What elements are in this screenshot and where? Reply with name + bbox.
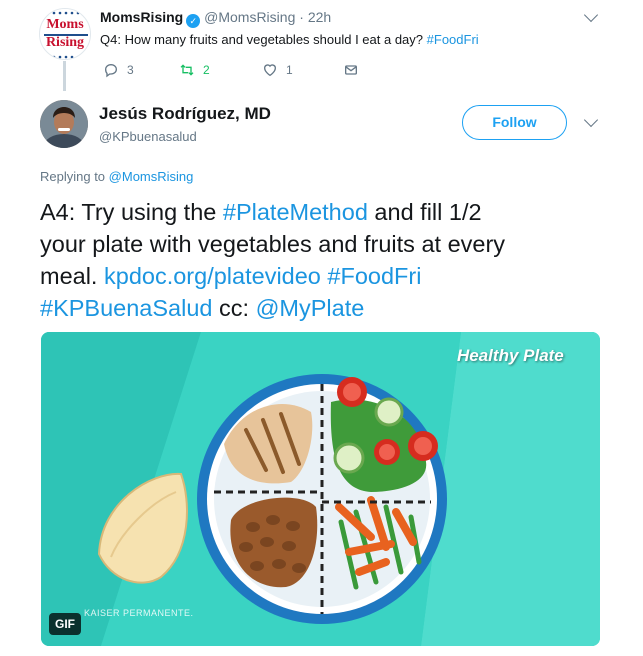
like-icon [263, 64, 277, 77]
share-icon [345, 65, 357, 75]
hashtag-platemethod-link[interactable]: #PlateMethod [223, 199, 368, 225]
retweet-button[interactable]: 2 [179, 62, 210, 78]
healthy-plate-illustration [41, 332, 600, 646]
follow-button[interactable]: Follow [462, 105, 567, 140]
reply-count: 3 [127, 63, 134, 77]
parent-text-body: Q4: How many fruits and vegetables shoul… [100, 32, 424, 47]
logo-text-rising: Rising [45, 35, 85, 50]
reply-icon [104, 63, 118, 78]
tweet-line-3: meal. kpdoc.org/platevideo #FoodFri [40, 260, 620, 292]
parent-tweet-actions: 3 2 1 [100, 62, 400, 80]
replying-to-line: Replying to @MomsRising [40, 169, 193, 184]
parent-display-name[interactable]: MomsRising [100, 9, 183, 25]
gif-badge: GIF [49, 613, 81, 635]
parent-handle[interactable]: @MomsRising [204, 9, 295, 25]
media-title-text: Healthy Plate [457, 346, 564, 365]
header-separator: · [299, 9, 304, 25]
author-handle[interactable]: @KPbuenasalud [99, 129, 197, 144]
caret-down-icon[interactable] [583, 7, 599, 23]
text-segment: cc: [212, 295, 256, 321]
jesus-rodriguez-avatar[interactable] [40, 100, 88, 148]
reply-button[interactable]: 3 [103, 62, 134, 78]
logo-text-moms: Moms [46, 17, 84, 32]
tweet-line-2: your plate with vegetables and fruits at… [40, 231, 506, 257]
tweet-line-4: #KPBuenaSalud cc: @MyPlate [40, 292, 620, 324]
tweet-line-1: A4: Try using the #PlateMethod and fill … [40, 196, 620, 228]
text-segment: meal. [40, 263, 104, 289]
author-display-name[interactable]: Jesús Rodríguez, MD [99, 104, 271, 124]
hashtag-kpbuenasalud-link[interactable]: #KPBuenaSalud [40, 295, 212, 321]
parent-tweet[interactable]: Moms Rising MomsRising ✓ @MomsRising · 22… [0, 0, 643, 92]
retweet-count: 2 [203, 63, 210, 77]
tweet-text: A4: Try using the #PlateMethod and fill … [40, 196, 620, 324]
like-count: 1 [286, 63, 293, 77]
text-segment: A4: Try using the [40, 199, 223, 225]
share-button[interactable] [343, 62, 359, 78]
myplate-mention-link[interactable]: @MyPlate [256, 295, 365, 321]
replying-to-handle-link[interactable]: @MomsRising [109, 169, 194, 184]
retweet-icon [180, 64, 194, 76]
parent-timestamp[interactable]: 22h [308, 9, 331, 25]
momsrising-avatar[interactable]: Moms Rising [39, 8, 91, 60]
caret-down-icon[interactable] [583, 112, 599, 128]
kpdoc-url-link[interactable]: kpdoc.org/platevideo [104, 263, 321, 289]
thread-connector-line [63, 61, 66, 91]
verified-badge-icon: ✓ [186, 14, 201, 28]
like-button[interactable]: 1 [262, 62, 293, 78]
replying-to-label: Replying to [40, 169, 106, 184]
parent-tweet-text: Q4: How many fruits and vegetables shoul… [100, 32, 479, 47]
tweet-media-gif[interactable]: Healthy Plate KAISER PERMANENTE. GIF [41, 332, 600, 646]
profile-photo [40, 100, 88, 148]
kaiser-permanente-watermark: KAISER PERMANENTE. [84, 608, 194, 618]
parent-tweet-header: MomsRising ✓ @MomsRising · 22h [100, 9, 331, 28]
hashtag-foodfri-link[interactable]: #FoodFri [327, 263, 421, 289]
hashtag-foodfri-link[interactable]: #FoodFri [427, 32, 479, 47]
text-segment: and fill 1/2 [367, 199, 482, 225]
